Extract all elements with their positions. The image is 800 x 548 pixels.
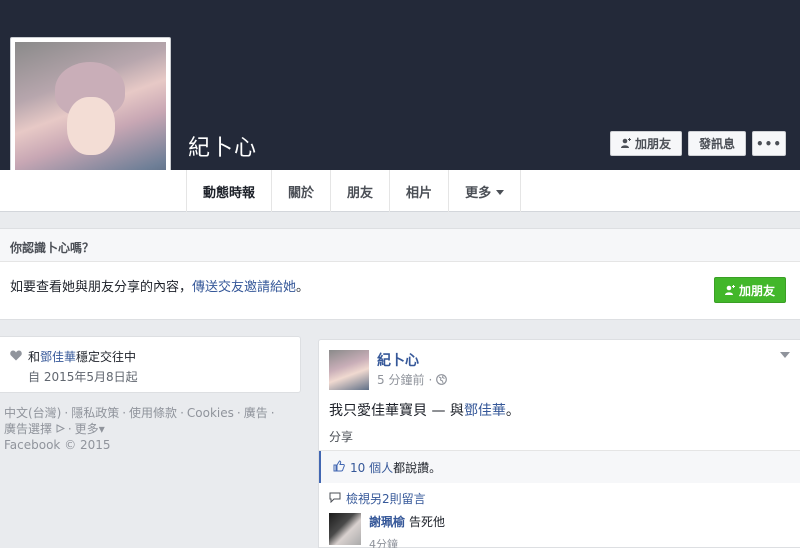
footer-more-caret-icon: ▾ <box>98 422 105 436</box>
profile-tab-bar: 動態時報 關於 朋友 相片 更多 <box>0 170 800 212</box>
footer-more-link[interactable]: 更多 <box>75 422 99 436</box>
relationship-suffix: 穩定交往中 <box>76 350 137 364</box>
post-options-chevron-icon[interactable] <box>780 352 790 358</box>
comment-author-name[interactable]: 謝珮榆 <box>369 515 405 529</box>
relationship-status: 和鄧佳華穩定交往中 <box>10 348 300 365</box>
likes-count-link[interactable]: 10 個人 <box>350 461 393 475</box>
more-options-icon: ••• <box>755 136 782 151</box>
tab-photos[interactable]: 相片 <box>389 170 448 212</box>
comment-bubble-icon <box>329 492 341 503</box>
post-body: 我只愛佳華寶貝 — 與鄧佳華。 <box>329 400 520 420</box>
thumbs-up-icon <box>333 460 345 472</box>
know-her-panel: 你認識卜心嗎？ 如要查看她與朋友分享的內容，傳送交友邀請給她。 加朋友 <box>0 228 800 320</box>
relationship-prefix: 和 <box>28 350 41 364</box>
post-likes-row: 10 個人都說讚。 <box>319 451 800 483</box>
add-friend-green-button[interactable]: 加朋友 <box>713 277 786 303</box>
know-her-prefix: 如要查看她與朋友分享的內容， <box>10 280 193 295</box>
tab-friends[interactable]: 朋友 <box>330 170 389 212</box>
footer: 中文(台灣) · 隱私政策 · 使用條款 · Cookies · 廣告 · 廣告選擇 · 更多▾ F… <box>4 406 275 452</box>
likes-suffix: 都說讚。 <box>393 461 442 475</box>
comment-text: 告死他 <box>409 515 446 529</box>
footer-privacy-link[interactable]: 隱私政策 <box>71 406 119 420</box>
tab-about-label: 關於 <box>288 185 315 201</box>
footer-cookies-link[interactable]: Cookies <box>187 406 234 420</box>
tab-more[interactable]: 更多 <box>448 170 522 212</box>
footer-ads-link[interactable]: 廣告 <box>244 406 268 420</box>
message-button[interactable]: 發訊息 <box>687 131 746 156</box>
post-text: 我只愛佳華寶貝 <box>329 403 427 419</box>
tab-timeline-label: 動態時報 <box>203 185 256 201</box>
send-friend-request-link[interactable]: 傳送交友邀請給她 <box>192 280 296 295</box>
footer-language-link[interactable]: 中文(台灣) <box>4 406 61 420</box>
know-her-text: 如要查看她與朋友分享的內容，傳送交友邀請給她。 <box>0 262 800 295</box>
view-more-comments-label: 檢視另2則留言 <box>346 492 426 506</box>
add-friend-green-label: 加朋友 <box>738 283 775 298</box>
ad-choices-icon <box>56 424 65 433</box>
footer-copyright: Facebook © 2015 <box>4 438 111 452</box>
add-friend-icon <box>724 284 735 295</box>
globe-icon[interactable] <box>436 374 448 385</box>
post-timestamp[interactable]: 5 分鐘前 <box>377 371 424 388</box>
relationship-partner-link[interactable]: 鄧佳華 <box>40 350 76 364</box>
chevron-down-icon <box>496 189 505 195</box>
comment-author-avatar[interactable] <box>329 513 361 545</box>
more-options-button[interactable]: ••• <box>752 131 786 156</box>
relationship-since: 自 2015年5月8日起 <box>28 370 138 384</box>
know-her-heading: 你認識卜心嗎？ <box>0 229 800 262</box>
tab-more-label: 更多 <box>465 185 492 201</box>
share-link[interactable]: 分享 <box>329 428 353 445</box>
comment-item: 謝珮榆 告死他 4分鐘 <box>329 513 445 548</box>
heart-icon <box>10 350 22 361</box>
timeline-post: 紀卜心 5 分鐘前 · 我只愛佳華寶貝 — 與鄧佳華。 分享 10 個人都說讚。… <box>318 339 800 548</box>
post-text-end: 。 <box>505 403 520 419</box>
add-friend-label: 加朋友 <box>634 137 671 151</box>
tab-about[interactable]: 關於 <box>271 170 330 212</box>
cover-actions: 加朋友 發訊息 ••• <box>609 131 786 156</box>
post-meta: 5 分鐘前 · <box>377 371 448 388</box>
tab-photos-label: 相片 <box>406 185 433 201</box>
footer-terms-link[interactable]: 使用條款 <box>129 406 177 420</box>
add-friend-button[interactable]: 加朋友 <box>609 131 682 156</box>
tab-friends-label: 朋友 <box>347 185 374 201</box>
footer-ad-choices-link[interactable]: 廣告選擇 <box>4 422 52 436</box>
add-friend-icon <box>620 138 631 148</box>
comment-timestamp[interactable]: 4分鐘 <box>369 536 445 548</box>
message-label: 發訊息 <box>698 137 735 151</box>
profile-name[interactable]: 紀卜心 <box>188 130 257 162</box>
post-author-avatar[interactable] <box>329 350 369 390</box>
post-with-text: — 與 <box>431 403 464 419</box>
tab-timeline[interactable]: 動態時報 <box>186 170 271 212</box>
know-her-suffix: 。 <box>296 280 310 295</box>
view-more-comments-link[interactable]: 檢視另2則留言 <box>329 490 426 507</box>
post-author-name[interactable]: 紀卜心 <box>377 350 419 370</box>
meta-dot: · <box>428 372 433 387</box>
relationship-box: 和鄧佳華穩定交往中 自 2015年5月8日起 <box>0 336 301 393</box>
post-tagged-link[interactable]: 鄧佳華 <box>464 403 506 419</box>
